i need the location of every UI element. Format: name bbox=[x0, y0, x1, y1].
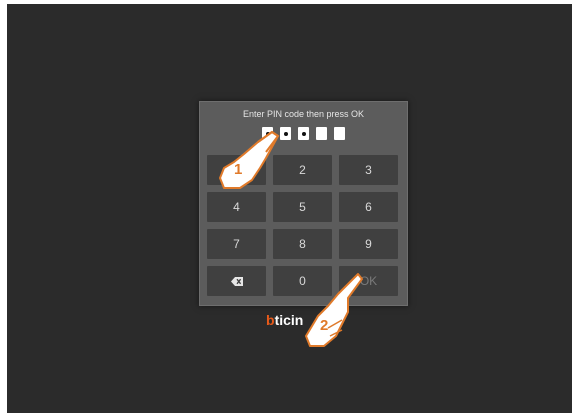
key-9[interactable]: 9 bbox=[339, 229, 398, 259]
key-4[interactable]: 4 bbox=[207, 192, 266, 222]
key-label: 7 bbox=[233, 237, 240, 251]
key-5[interactable]: 5 bbox=[273, 192, 332, 222]
key-label: 6 bbox=[365, 200, 372, 214]
device-screen: Enter PIN code then press OK 2 3 4 5 6 7 8 9 0 OK bbox=[7, 4, 572, 413]
callout-number-2: 2 bbox=[320, 317, 328, 334]
pin-digit-box bbox=[316, 127, 327, 140]
backspace-key[interactable] bbox=[207, 266, 266, 296]
pin-digit-box bbox=[334, 127, 345, 140]
key-label: 3 bbox=[365, 163, 372, 177]
key-8[interactable]: 8 bbox=[273, 229, 332, 259]
pin-mask-dot bbox=[301, 131, 306, 136]
hand-pointer-icon-step-1: 1 bbox=[219, 130, 280, 189]
hand-pointer-icon-step-2: 2 bbox=[305, 273, 363, 347]
key-label: 8 bbox=[299, 237, 306, 251]
key-label: 4 bbox=[233, 200, 240, 214]
pin-prompt: Enter PIN code then press OK bbox=[242, 109, 365, 119]
key-label: 9 bbox=[365, 237, 372, 251]
backspace-icon bbox=[230, 276, 243, 286]
key-3[interactable]: 3 bbox=[339, 155, 398, 185]
callout-number-1: 1 bbox=[234, 161, 242, 178]
pin-mask-dot bbox=[283, 131, 288, 136]
key-7[interactable]: 7 bbox=[207, 229, 266, 259]
key-6[interactable]: 6 bbox=[339, 192, 398, 222]
pin-digit-box bbox=[298, 127, 309, 140]
key-label: 2 bbox=[299, 163, 306, 177]
key-label: 5 bbox=[299, 200, 306, 214]
